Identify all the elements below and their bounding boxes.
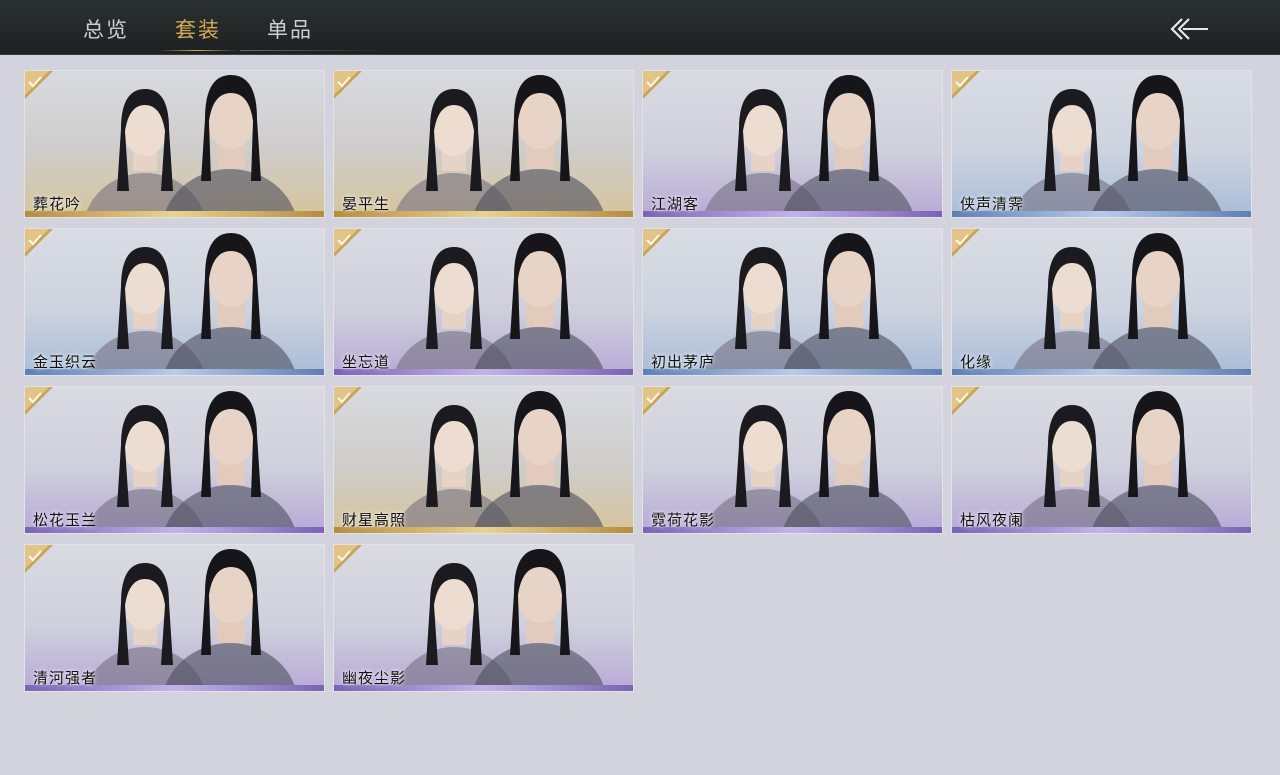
outfit-name: 坐忘道: [342, 353, 391, 371]
owned-check-icon: [25, 545, 53, 573]
outfit-grid: 葬花吟 晏平生 江湖客 侠声清霁 金玉织云 坐忘道 初出茅庐 化缘 松花玉兰 财…: [25, 71, 1251, 691]
outfit-card[interactable]: 松花玉兰: [25, 387, 324, 533]
tab-divider-line: [240, 50, 390, 51]
outfit-card[interactable]: 化缘: [952, 229, 1251, 375]
outfit-name: 化缘: [960, 353, 993, 371]
outfit-name: 清河强者: [33, 669, 98, 687]
outfit-name: 金玉织云: [33, 353, 98, 371]
owned-check-icon: [643, 229, 671, 257]
outfit-name: 霓荷花影: [651, 511, 716, 529]
outfit-name: 晏平生: [342, 195, 391, 213]
outfit-card[interactable]: 坐忘道: [334, 229, 633, 375]
outfit-card[interactable]: 江湖客: [643, 71, 942, 217]
back-button[interactable]: [1168, 16, 1210, 42]
double-chevron-back-icon: [1170, 18, 1208, 40]
outfit-card[interactable]: 葬花吟: [25, 71, 324, 217]
outfit-name: 侠声清霁: [960, 195, 1025, 213]
tab-single-items[interactable]: 单品: [244, 0, 336, 54]
top-nav-bar: 总览 套装 单品: [0, 0, 1280, 55]
owned-check-icon: [952, 387, 980, 415]
tab-outfits[interactable]: 套装: [152, 0, 244, 54]
outfit-name: 枯风夜阑: [960, 511, 1025, 529]
owned-check-icon: [334, 229, 362, 257]
owned-check-icon: [643, 71, 671, 99]
outfit-card[interactable]: 初出茅庐: [643, 229, 942, 375]
outfit-name: 初出茅庐: [651, 353, 716, 371]
owned-check-icon: [643, 387, 671, 415]
outfit-name: 葬花吟: [33, 195, 82, 213]
outfit-portrait-image: [1011, 233, 1224, 375]
outfit-card[interactable]: 金玉织云: [25, 229, 324, 375]
owned-check-icon: [952, 71, 980, 99]
outfit-card[interactable]: 侠声清霁: [952, 71, 1251, 217]
owned-check-icon: [25, 229, 53, 257]
outfit-name: 江湖客: [651, 195, 700, 213]
outfit-card[interactable]: 财星高照: [334, 387, 633, 533]
tab-overview[interactable]: 总览: [60, 0, 152, 54]
outfit-card[interactable]: 幽夜尘影: [334, 545, 633, 691]
outfit-name: 幽夜尘影: [342, 669, 407, 687]
category-tabs: 总览 套装 单品: [60, 0, 336, 54]
owned-check-icon: [25, 71, 53, 99]
outfit-name: 松花玉兰: [33, 511, 98, 529]
outfit-name: 财星高照: [342, 511, 407, 529]
owned-check-icon: [334, 71, 362, 99]
outfit-card[interactable]: 枯风夜阑: [952, 387, 1251, 533]
outfit-card[interactable]: 晏平生: [334, 71, 633, 217]
outfit-card[interactable]: 清河强者: [25, 545, 324, 691]
rarity-glow-bar: [952, 369, 1251, 375]
owned-check-icon: [952, 229, 980, 257]
owned-check-icon: [25, 387, 53, 415]
outfit-card[interactable]: 霓荷花影: [643, 387, 942, 533]
owned-check-icon: [334, 387, 362, 415]
owned-check-icon: [334, 545, 362, 573]
